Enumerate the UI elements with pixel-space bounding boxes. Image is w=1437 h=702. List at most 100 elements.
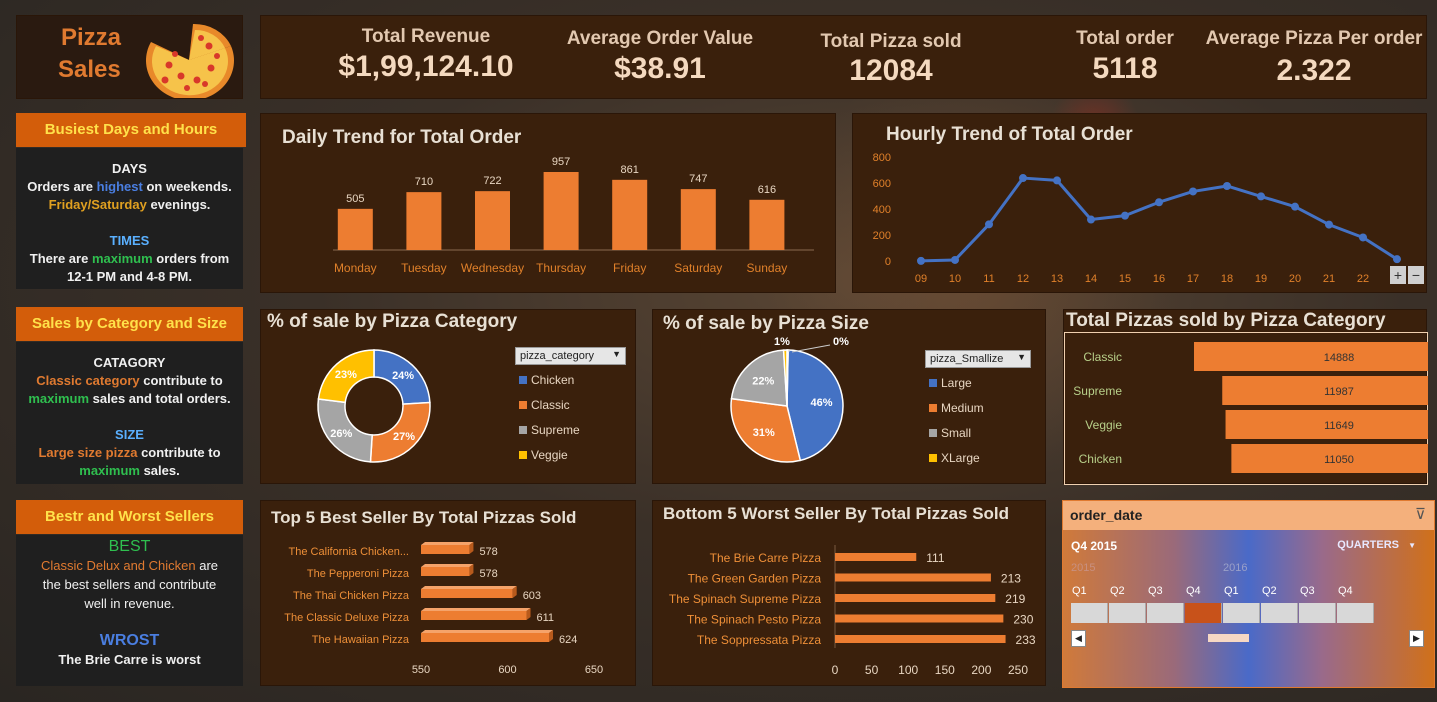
x-tick-label: 200 <box>971 663 991 677</box>
quarter-cell[interactable] <box>1223 603 1260 623</box>
x-tick-label: 20 <box>1289 273 1301 285</box>
days-text: Orders are <box>27 179 97 194</box>
size-line2: maximum sales. <box>16 462 243 480</box>
legend-swatch <box>519 376 527 384</box>
zoom-out-button[interactable]: − <box>1408 266 1424 284</box>
data-point <box>1121 211 1129 220</box>
data-label: 14888 <box>1324 352 1355 364</box>
busiest-body: DAYS Orders are highest on weekends. Fri… <box>16 148 243 289</box>
quarter-label: Q4 <box>1186 585 1201 597</box>
daily-trend-chart: 505 Monday 710 Tuesday 722 Wednesday 957 Thursd… <box>333 156 814 275</box>
bottom5-panel: Bottom 5 Worst Seller By Total Pizzas So… <box>652 500 1046 686</box>
data-point <box>1053 176 1061 185</box>
quarter-cell[interactable] <box>1337 603 1374 623</box>
scroll-left-button[interactable]: ◀ <box>1071 630 1086 647</box>
leader-line <box>791 344 831 353</box>
x-tick-label: 13 <box>1051 273 1063 285</box>
category-line2: maximum sales and total orders. <box>16 390 243 408</box>
scroll-right-button[interactable]: ▶ <box>1409 630 1424 647</box>
top5-chart: The California Chicken... 578 The Pepperon… <box>284 542 603 676</box>
bar <box>475 191 510 250</box>
category-donut-chart: 24% 27% 26% 23% <box>317 349 431 463</box>
legend-item: XLarge <box>929 451 980 465</box>
x-tick-label: 0 <box>832 663 839 677</box>
y-tick-label: 600 <box>873 178 891 190</box>
times-heading: TIMES <box>109 233 150 248</box>
y-tick-label: 200 <box>873 230 891 242</box>
catsize-header: Sales by Category and Size <box>16 307 243 341</box>
bar <box>835 573 991 582</box>
slice-label: 23% <box>335 369 357 381</box>
order-date-slicer: order_date ⊽ Q4 2015 QUARTERS ▼ 2015 201… <box>1062 500 1435 688</box>
times-line1: There are maximum orders from <box>16 250 243 268</box>
legend-swatch <box>929 429 937 437</box>
x-tick-label: Thursday <box>536 261 586 275</box>
logo-title-line2: Sales <box>58 56 121 83</box>
slice-label: 1% <box>774 336 790 348</box>
data-label: 861 <box>621 164 639 176</box>
size-filter-dropdown[interactable]: pizza_Smallize ▼ <box>925 350 1031 368</box>
bar <box>835 594 996 602</box>
y-tick-label: The Spinach Pesto Pizza <box>687 613 821 627</box>
legend-label: Supreme <box>531 423 580 437</box>
worst-line1: The Brie Carre is worst <box>58 652 201 667</box>
slice-label: 27% <box>393 431 415 443</box>
kpi-label-total-pizza-sold: Total Pizza sold <box>820 31 962 52</box>
slice-label: 0% <box>833 336 849 348</box>
timeline-scroll-thumb[interactable] <box>1208 634 1249 642</box>
zoom-in-button[interactable]: + <box>1390 266 1406 284</box>
quarter-cell[interactable] <box>1147 603 1184 623</box>
y-tick-label: 0 <box>885 256 891 268</box>
quarter-cell[interactable] <box>1109 603 1146 623</box>
bar <box>337 208 373 250</box>
slicer-level-label: QUARTERS <box>1337 539 1400 551</box>
times-line2: 12-1 PM and 4-8 PM. <box>67 269 192 284</box>
quarter-cell[interactable] <box>1185 603 1222 623</box>
kpi-label-average-order-value: Average Order Value <box>566 28 754 49</box>
legend-item: Chicken <box>519 373 574 387</box>
data-point <box>1291 202 1299 211</box>
kpi-value-average-pizza-per-order: 2.322 <box>1276 54 1352 87</box>
best-line1: Classic Delux and Chicken are <box>16 556 243 575</box>
bar <box>406 192 442 250</box>
slicer-level-dropdown[interactable]: QUARTERS ▼ <box>1337 539 1416 551</box>
legend-label: Classic <box>531 398 570 412</box>
hourly-trend-chart: 0 200 400 600 800 09 10 11 12 13 14 15 16 17 18 19 20 21 2… <box>873 152 1401 285</box>
kpi-label-total-revenue: Total Revenue <box>361 26 491 47</box>
data-point <box>1087 215 1095 224</box>
daily-trend-panel: Daily Trend for Total Order 505 Monday 710… <box>260 113 836 293</box>
y-tick-label: The Spinach Supreme Pizza <box>669 592 821 606</box>
data-label: 722 <box>483 175 501 187</box>
legend-swatch <box>519 451 527 459</box>
data-point <box>1019 174 1027 183</box>
category-highlight: maximum <box>28 391 90 406</box>
data-label: 957 <box>552 156 570 168</box>
y-tick-label: 400 <box>873 204 891 216</box>
bar <box>835 553 917 561</box>
logo-panel: Pizza Sales <box>16 15 243 99</box>
quarter-cell[interactable] <box>1071 603 1108 623</box>
bar <box>421 633 550 642</box>
data-label: 611 <box>537 612 555 624</box>
x-tick-label: 650 <box>585 664 603 676</box>
quarter-cell[interactable] <box>1261 603 1298 623</box>
data-label: 624 <box>559 634 577 646</box>
x-tick-label: 09 <box>915 273 927 285</box>
days-highlight: highest <box>96 179 143 194</box>
y-tick-label: Supreme <box>1073 384 1122 398</box>
data-label: 233 <box>1016 633 1036 647</box>
y-tick-label: Classic <box>1083 350 1122 364</box>
size-text: contribute to <box>137 445 221 460</box>
best-heading: BEST <box>108 538 151 555</box>
quarter-cell[interactable] <box>1299 603 1336 623</box>
slicer-year-2015: 2015 <box>1071 562 1096 574</box>
data-point <box>1325 220 1333 229</box>
y-tick-label: The Thai Chicken Pizza <box>293 590 410 602</box>
category-filter-dropdown[interactable]: pizza_category ▼ <box>515 347 626 365</box>
x-tick-label: 15 <box>1119 273 1131 285</box>
clear-filter-icon[interactable]: ⊽ <box>1415 505 1426 523</box>
y-tick-label: The Classic Deluxe Pizza <box>284 612 410 624</box>
kpi-value-average-order-value: $38.91 <box>614 52 706 85</box>
category-text: sales and total orders. <box>89 391 231 406</box>
quarter-label: Q1 <box>1072 585 1087 597</box>
